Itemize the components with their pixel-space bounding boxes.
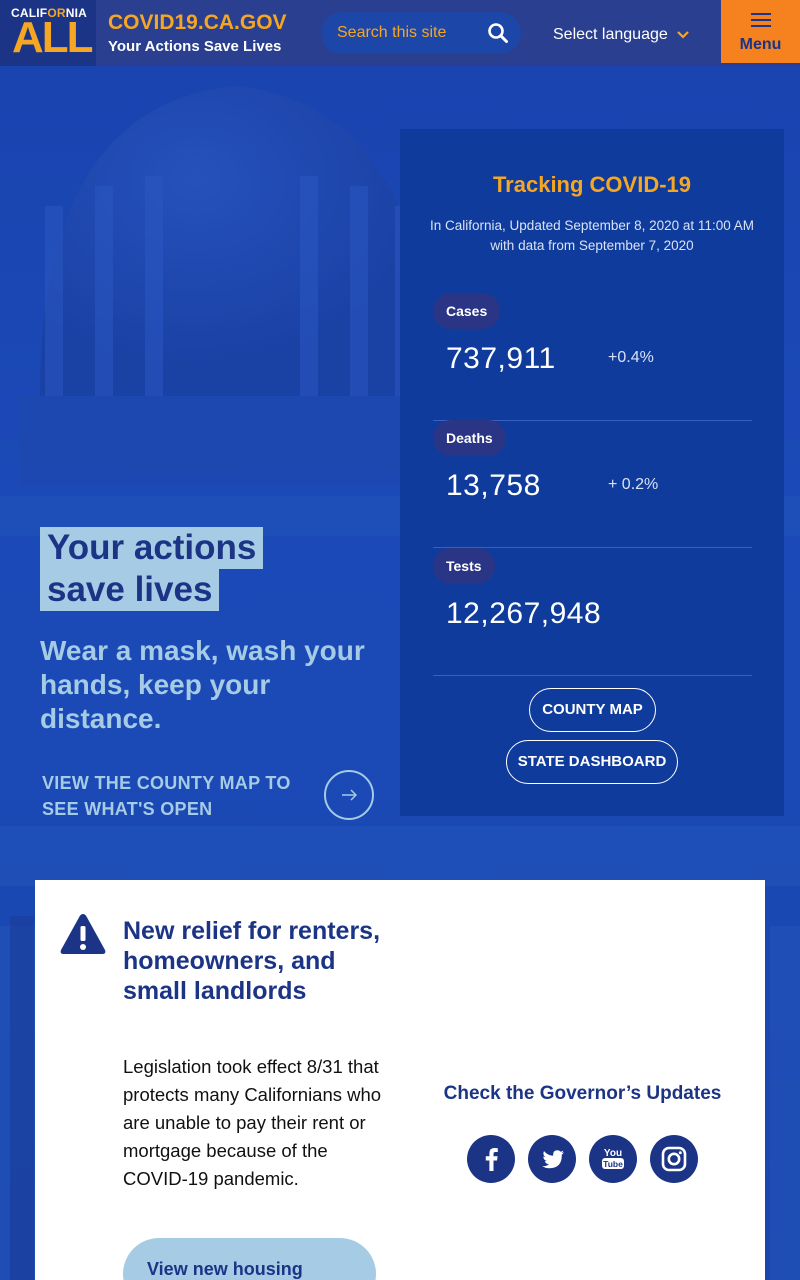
facebook-link[interactable]: [467, 1135, 515, 1183]
stat-deaths: Deaths 13,758 + 0.2%: [433, 420, 752, 548]
twitter-icon: [542, 1150, 564, 1169]
stat-value-tests: 12,267,948: [446, 597, 602, 630]
instagram-link[interactable]: [650, 1135, 698, 1183]
menu-label: Menu: [739, 36, 782, 53]
chevron-down-icon[interactable]: [676, 28, 690, 42]
headline-line-2: save lives: [40, 569, 220, 611]
stat-change-deaths: + 0.2%: [608, 476, 659, 493]
facebook-icon: [485, 1148, 498, 1171]
county-map-link[interactable]: VIEW THE COUNTY MAP TO SEE WHAT'S OPEN: [42, 770, 312, 822]
hamburger-icon: [751, 13, 771, 27]
tracking-title: Tracking COVID-19: [492, 172, 692, 197]
twitter-link[interactable]: [528, 1135, 576, 1183]
headline-line-1: Your actions: [40, 527, 264, 569]
arrow-right-icon: [342, 789, 357, 801]
alert-title: New relief for renters, homeowners, and …: [123, 917, 381, 1005]
search-box: [321, 12, 521, 54]
stat-value-cases: 737,911: [446, 342, 556, 375]
logo-all-text: ALL: [12, 13, 94, 62]
warning-icon: [60, 914, 106, 954]
site-header: CALIFORNIA ALL COVID19.CA.GOV Your Actio…: [0, 0, 800, 66]
county-map-button[interactable]: COUNTY MAP: [529, 688, 656, 732]
state-dashboard-button[interactable]: STATE DASHBOARD: [506, 740, 678, 784]
stat-value-deaths: 13,758: [446, 469, 541, 502]
view-housing-button[interactable]: View new housing: [123, 1238, 376, 1280]
stat-label-tests: Tests: [433, 548, 495, 584]
youtube-icon: You Tube: [602, 1148, 624, 1169]
hero-section: Your actions save lives Wear a mask, was…: [0, 66, 800, 1280]
youtube-link[interactable]: You Tube: [589, 1135, 637, 1183]
menu-button[interactable]: Menu: [721, 0, 800, 63]
stat-change-cases: +0.4%: [608, 349, 654, 366]
site-subtitle: Your Actions Save Lives: [108, 38, 282, 55]
svg-text:You: You: [604, 1148, 622, 1159]
stat-cases: Cases 737,911 +0.4%: [433, 293, 752, 421]
tracking-updated-text: In California, Updated September 8, 2020…: [430, 218, 754, 253]
hero-subheadline: Wear a mask, wash your hands, keep your …: [40, 635, 365, 734]
instagram-icon: [661, 1146, 687, 1172]
hero-headline: Your actions save lives: [40, 527, 264, 611]
alert-body: Legislation took effect 8/31 that protec…: [123, 1056, 382, 1189]
tracking-covid-card: Tracking COVID-19 In California, Updated…: [400, 129, 784, 816]
svg-text:Tube: Tube: [603, 1159, 623, 1169]
search-input[interactable]: [337, 22, 477, 44]
stat-tests: Tests 12,267,948: [433, 548, 752, 676]
county-map-arrow-button[interactable]: [324, 770, 374, 820]
site-title[interactable]: COVID19.CA.GOV: [108, 11, 287, 35]
search-icon[interactable]: [487, 22, 509, 44]
stat-label-deaths: Deaths: [433, 420, 506, 456]
stat-label-cases: Cases: [433, 293, 501, 329]
alert-panel: New relief for renters, homeowners, and …: [35, 880, 765, 1280]
language-selector[interactable]: Select language: [553, 26, 668, 44]
california-all-logo[interactable]: CALIFORNIA ALL: [0, 0, 96, 66]
governor-updates-title: Check the Governor’s Updates: [443, 1083, 722, 1104]
